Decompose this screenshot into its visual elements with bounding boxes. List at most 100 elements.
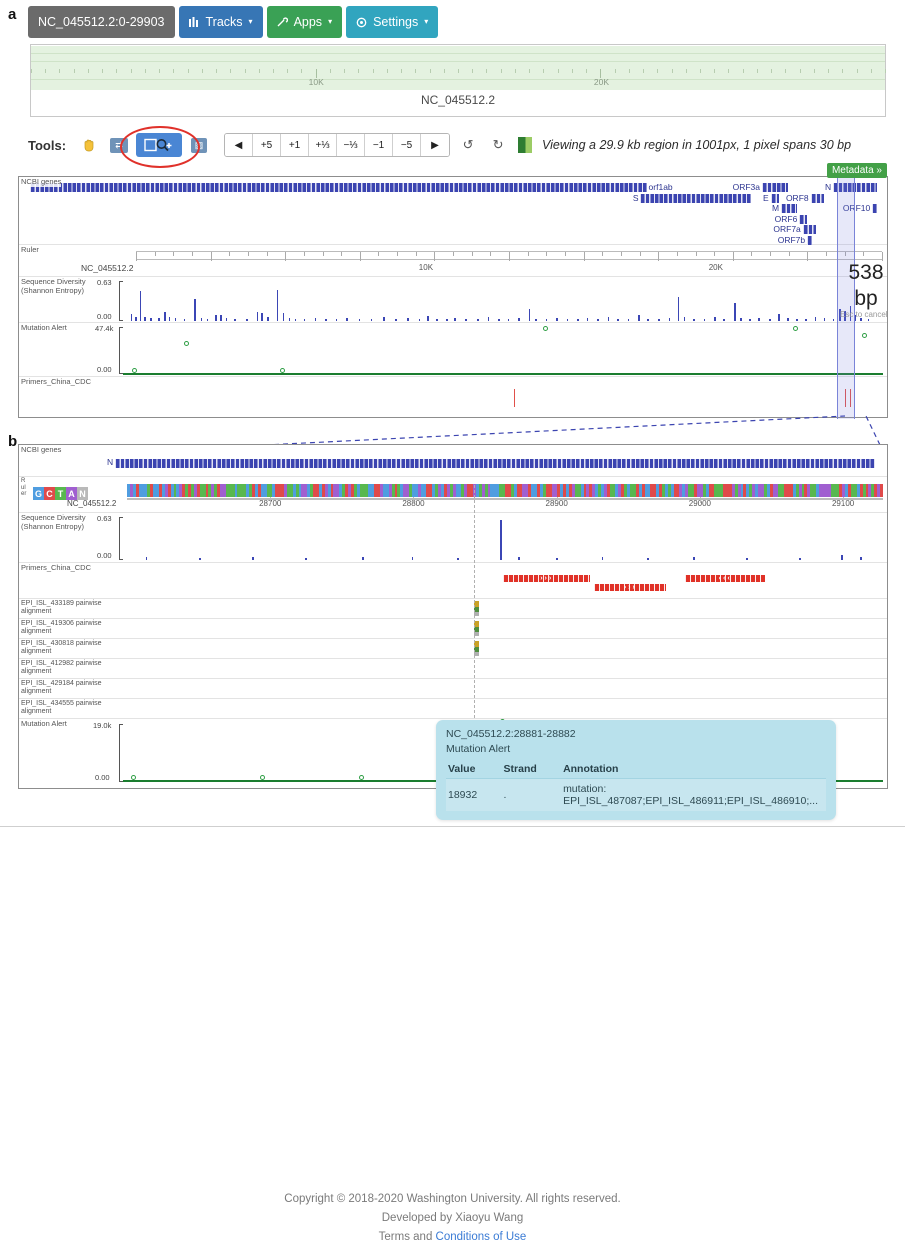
- zoom-step-4[interactable]: −1: [365, 134, 394, 156]
- diversity-bar: [487, 317, 490, 321]
- overview-tick: [529, 69, 531, 73]
- track-ruler[interactable]: Ruler NC_045512.2 10K 20K: [19, 245, 887, 277]
- diversity-bar: [157, 318, 160, 321]
- zoom-step-2[interactable]: +⅓: [309, 134, 338, 156]
- overview-tick: [643, 69, 645, 73]
- track-primers-china-cdc[interactable]: Primers_China_CDC: [19, 377, 887, 418]
- diversity-bar: [436, 318, 438, 321]
- gene-label: S: [632, 192, 639, 203]
- mutation-point[interactable]: [259, 775, 265, 781]
- gene-feature[interactable]: ORF7b: [778, 235, 813, 245]
- apps-label: Apps: [293, 15, 323, 29]
- selection-cancel-hint: Esc to cancel: [840, 310, 888, 319]
- track-primers-china-cdc-b[interactable]: Primers_China_CDC ››› ››› ‹‹‹: [19, 563, 887, 599]
- cursor-guide-line: [474, 485, 475, 743]
- track-alignment[interactable]: EPI_ISL_430818 pairwise alignment: [19, 639, 887, 659]
- zoom-step-3[interactable]: −⅓: [337, 134, 366, 156]
- undo-icon[interactable]: ↺: [456, 134, 480, 156]
- primer-direction-arrows: ›››: [623, 584, 637, 591]
- diversity-bar: [860, 557, 862, 560]
- gene-feature[interactable]: ORF10: [843, 203, 878, 213]
- zoom-step-5[interactable]: −5: [393, 134, 422, 156]
- gene-feature-n[interactable]: N: [107, 457, 883, 468]
- gene-bar: [762, 183, 789, 192]
- ruler-tick: [490, 252, 492, 256]
- mutation-point[interactable]: [542, 326, 548, 331]
- overview-tick: [130, 69, 132, 73]
- overview-tick-label: 20K: [593, 77, 610, 87]
- mutation-point[interactable]: [861, 333, 867, 338]
- diversity-bar: [407, 318, 409, 321]
- track-alignment[interactable]: EPI_ISL_412982 pairwise alignment: [19, 659, 887, 679]
- apps-menu-button[interactable]: Apps ▾: [266, 6, 343, 38]
- diversity-bar: [267, 317, 269, 321]
- overview-tick: [472, 69, 474, 73]
- drag-hand-icon[interactable]: [76, 134, 102, 156]
- locus-button[interactable]: NC_045512.2:0-29903: [28, 6, 175, 38]
- ruler-tick: [863, 252, 865, 256]
- ruler-tick: [695, 252, 697, 256]
- overview-tick: [756, 69, 758, 73]
- mutation-axis-bracket: [119, 327, 120, 374]
- diversity-bar: [395, 319, 397, 321]
- bookmark-icon[interactable]: [518, 137, 533, 153]
- track-label-mutation-alert: Mutation Alert: [21, 323, 67, 333]
- ruler-tick: [266, 252, 268, 256]
- gene-feature[interactable]: S: [633, 193, 751, 203]
- genome-overview-navigator[interactable]: 10K 20K NC_045512.2: [30, 44, 886, 117]
- overview-tick: [287, 69, 289, 73]
- track-ncbi-genes-b[interactable]: NCBI genes N: [19, 445, 887, 477]
- diversity-bar: [498, 318, 501, 321]
- metadata-button[interactable]: Metadata »: [826, 163, 887, 178]
- gene-feature[interactable]: ORF7a: [773, 224, 816, 234]
- track-ruler-b[interactable]: R ul er GCTAN NC_045512.2 28700 28800 2890…: [19, 477, 887, 513]
- primer-forward[interactable]: ›››: [594, 584, 667, 591]
- mutation-point[interactable]: [183, 341, 189, 346]
- gene-feature[interactable]: ORF6: [775, 214, 808, 224]
- track-alignment[interactable]: EPI_ISL_429184 pairwise alignment: [19, 679, 887, 699]
- gene-bar: [872, 204, 878, 213]
- diversity-bar: [518, 318, 520, 321]
- mutation-axis-max-b: 19.0k: [93, 721, 112, 730]
- overview-tick: [258, 69, 260, 73]
- track-sequence-diversity-b[interactable]: Sequence Diversity (Shannon Entropy) 0.6…: [19, 513, 887, 563]
- track-container-panel-a[interactable]: NCBI genes orf1ab S ORF3a E M ORF6 ORF7a ORF7b O…: [18, 176, 888, 419]
- redo-icon[interactable]: ↻: [486, 134, 510, 156]
- ruler-tick-b: [556, 497, 558, 503]
- mutation-point[interactable]: [132, 367, 138, 373]
- track-alignment[interactable]: EPI_ISL_419306 pairwise alignment: [19, 619, 887, 639]
- gene-feature[interactable]: ORF3a: [733, 182, 789, 192]
- diversity-bar-chart-b: [123, 517, 883, 560]
- zoom-step-0[interactable]: +5: [253, 134, 282, 156]
- pan-left-button[interactable]: ◀: [225, 134, 254, 156]
- gene-feature[interactable]: ORF8: [786, 193, 825, 203]
- tracks-menu-button[interactable]: Tracks ▾: [178, 6, 263, 38]
- mutation-point[interactable]: [793, 326, 799, 331]
- gene-feature[interactable]: orf1ab: [30, 182, 673, 192]
- track-ncbi-genes[interactable]: NCBI genes orf1ab S ORF3a E M ORF6 ORF7a ORF7b O…: [19, 177, 887, 245]
- settings-menu-button[interactable]: Settings ▾: [346, 6, 439, 38]
- diversity-axis-max-b: 0.63: [97, 514, 112, 523]
- ruler-tick: [415, 252, 417, 256]
- ruler-tick: [639, 252, 641, 256]
- ruler-tick: [564, 252, 566, 256]
- primer-mark[interactable]: [514, 389, 516, 407]
- ruler-tick-label: 10K: [418, 263, 434, 272]
- tracks-label: Tracks: [205, 15, 243, 29]
- mutation-point[interactable]: [130, 775, 136, 781]
- pan-right-button[interactable]: ▶: [421, 134, 450, 156]
- mutation-point[interactable]: [358, 775, 364, 781]
- zoom-step-1[interactable]: +1: [281, 134, 310, 156]
- gene-feature[interactable]: M: [772, 203, 797, 213]
- track-alignment[interactable]: EPI_ISL_434555 pairwise alignment: [19, 699, 887, 719]
- mutation-point[interactable]: [279, 367, 285, 373]
- track-alignment[interactable]: EPI_ISL_433189 pairwise alignment: [19, 599, 887, 619]
- terms-conditions-link[interactable]: Conditions of Use: [436, 1231, 527, 1243]
- track-mutation-alert[interactable]: Mutation Alert 47.4k 0.00: [19, 323, 887, 377]
- primer-reverse[interactable]: ‹‹‹: [685, 575, 766, 582]
- diversity-bar: [233, 318, 236, 321]
- primer-forward[interactable]: ›››: [503, 575, 591, 582]
- gene-feature[interactable]: E: [763, 193, 780, 203]
- mutation-axis-min-b: 0.00: [95, 773, 110, 782]
- track-sequence-diversity[interactable]: Sequence Diversity (Shannon Entropy) 0.6…: [19, 277, 887, 323]
